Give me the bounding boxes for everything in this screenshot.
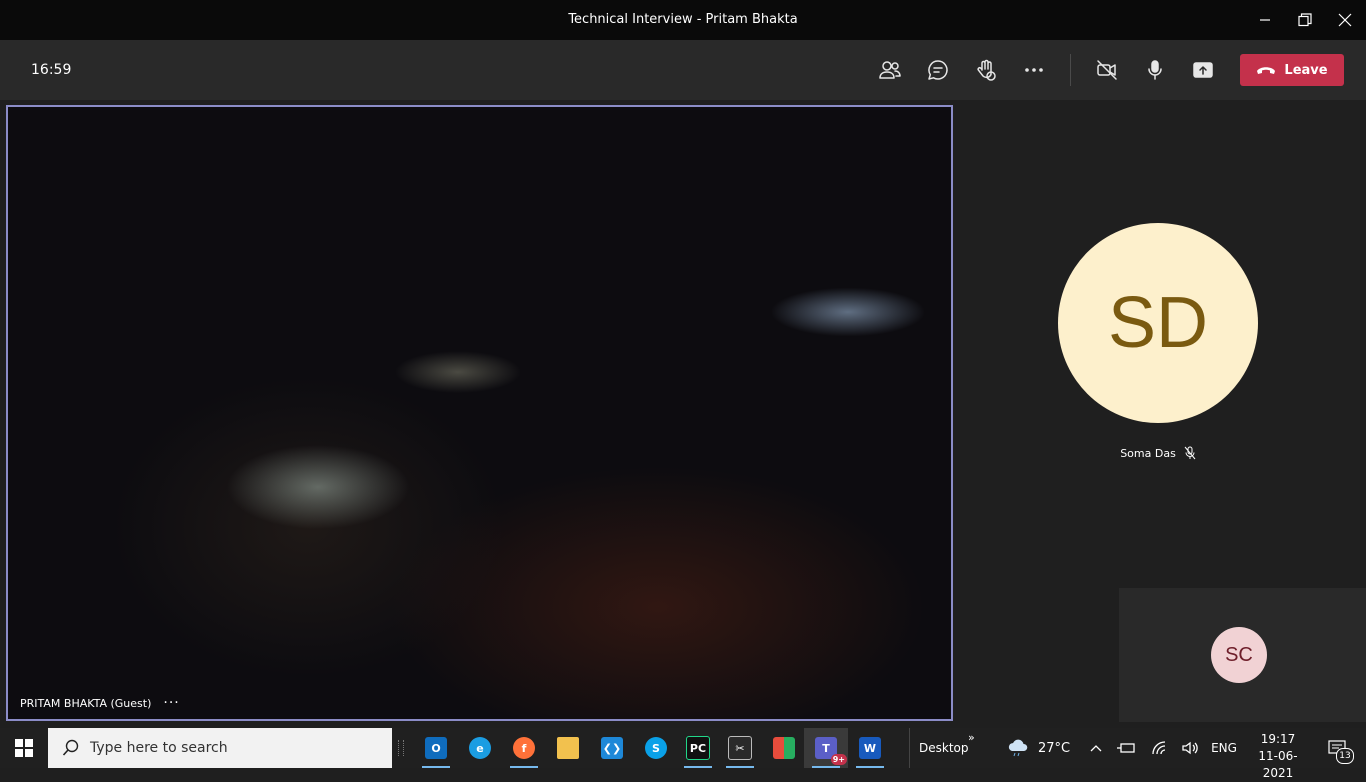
window-title: Technical Interview - Pritam Bhakta [568, 12, 798, 27]
file-explorer-icon [557, 737, 579, 759]
pycharm-icon: PC [686, 736, 710, 760]
raise-hand-button[interactable] [966, 50, 1006, 90]
input-language-button[interactable]: ENG [1208, 728, 1240, 768]
word-icon: W [859, 737, 881, 759]
microphone-muted-icon [1184, 446, 1196, 460]
outlook-icon: O [425, 737, 447, 759]
taskbar-app-file-explorer[interactable] [546, 728, 590, 768]
chat-button[interactable] [918, 50, 958, 90]
camera-toggle-button[interactable] [1087, 50, 1127, 90]
office-icon [773, 737, 795, 759]
participant-name-tag: Soma Das [1058, 446, 1258, 460]
start-button[interactable] [0, 728, 48, 768]
video-participant-name: PRITAM BHAKTA (Guest) [20, 696, 152, 710]
meeting-toolbar: 16:59 Leave [0, 40, 1366, 100]
camera-off-icon [1097, 60, 1117, 80]
teams-icon: T 9+ [815, 737, 847, 765]
share-screen-icon [1193, 62, 1213, 78]
taskbar-search-box[interactable]: Type here to search [48, 728, 392, 768]
notification-count-badge: 13 [1336, 748, 1354, 764]
chat-icon [928, 60, 948, 80]
meeting-stage: PRITAM BHAKTA (Guest) ··· SD Soma Das SC [0, 100, 1366, 728]
taskbar-app-teams[interactable]: T 9+ [804, 728, 848, 768]
taskbar-grip [398, 740, 404, 756]
action-center-button[interactable]: 13 [1322, 728, 1354, 768]
clock-time: 19:17 [1260, 732, 1296, 746]
snipping-tool-icon: ✂ [728, 736, 752, 760]
taskbar-app-pycharm[interactable]: PC [676, 728, 720, 768]
desktop-toolbar-chevron[interactable]: » [968, 731, 975, 744]
taskbar-app-snipping-tool[interactable]: ✂ [718, 728, 762, 768]
meeting-timer: 16:59 [31, 62, 72, 78]
clock-date: 11-06-2021 [1258, 749, 1298, 780]
search-icon [62, 739, 79, 756]
windows-taskbar: Type here to search O e f ❮❯ S PC ✂ T 9+… [0, 728, 1366, 780]
firefox-icon: f [513, 737, 535, 759]
taskbar-app-office[interactable] [762, 728, 806, 768]
taskbar-app-word[interactable]: W [848, 728, 892, 768]
video-participant-label: PRITAM BHAKTA (Guest) ··· [20, 695, 180, 711]
taskbar-app-outlook[interactable]: O [414, 728, 458, 768]
avatar: SC [1211, 627, 1267, 683]
weather-temperature: 27°C [1038, 740, 1071, 756]
windows-logo-icon [15, 739, 33, 757]
raise-hand-icon [977, 59, 996, 81]
taskbar-clock[interactable]: 19:17 11-06-2021 [1244, 731, 1312, 782]
close-icon [1338, 13, 1352, 27]
participants-icon [879, 61, 901, 79]
participant-tile[interactable]: SC [1119, 588, 1366, 722]
network-tray-button[interactable] [1148, 728, 1172, 768]
speaker-icon [1182, 741, 1198, 755]
volume-tray-button[interactable] [1178, 728, 1202, 768]
cloud-rain-icon [1008, 739, 1028, 757]
wifi-icon [1152, 741, 1166, 755]
restore-icon [1298, 13, 1312, 27]
edge-icon: e [469, 737, 491, 759]
vscode-icon: ❮❯ [601, 737, 623, 759]
participants-button[interactable] [870, 50, 910, 90]
leave-button[interactable]: Leave [1240, 54, 1344, 86]
leave-label: Leave [1284, 62, 1328, 78]
phone-hangup-icon [1257, 67, 1276, 74]
avatar[interactable]: SD [1058, 223, 1258, 423]
taskbar-app-vscode[interactable]: ❮❯ [590, 728, 634, 768]
battery-plug-icon [1117, 743, 1135, 753]
microphone-toggle-button[interactable] [1135, 50, 1175, 90]
teams-notification-badge: 9+ [830, 754, 847, 765]
microphone-icon [1148, 60, 1162, 80]
toolbar-divider [1070, 54, 1071, 86]
show-hidden-icons-button[interactable] [1084, 728, 1108, 768]
search-placeholder: Type here to search [90, 740, 228, 756]
video-more-options[interactable]: ··· [163, 695, 179, 711]
weather-widget[interactable]: 27°C [1006, 728, 1070, 768]
taskbar-app-firefox[interactable]: f [502, 728, 546, 768]
skype-icon: S [645, 737, 667, 759]
participant-video-feed[interactable]: PRITAM BHAKTA (Guest) ··· [6, 105, 953, 721]
chevron-up-icon [1090, 745, 1102, 752]
more-actions-icon [1025, 68, 1043, 72]
participant-name: Soma Das [1120, 446, 1176, 460]
battery-tray-button[interactable] [1114, 728, 1138, 768]
taskbar-app-skype[interactable]: S [634, 728, 678, 768]
more-actions-button[interactable] [1014, 50, 1054, 90]
taskbar-app-edge[interactable]: e [458, 728, 502, 768]
title-bar: Technical Interview - Pritam Bhakta [0, 0, 1366, 40]
minimize-icon [1260, 19, 1270, 21]
close-button[interactable] [1322, 0, 1366, 40]
share-screen-button[interactable] [1183, 50, 1223, 90]
desktop-toolbar[interactable]: Desktop [909, 728, 969, 768]
